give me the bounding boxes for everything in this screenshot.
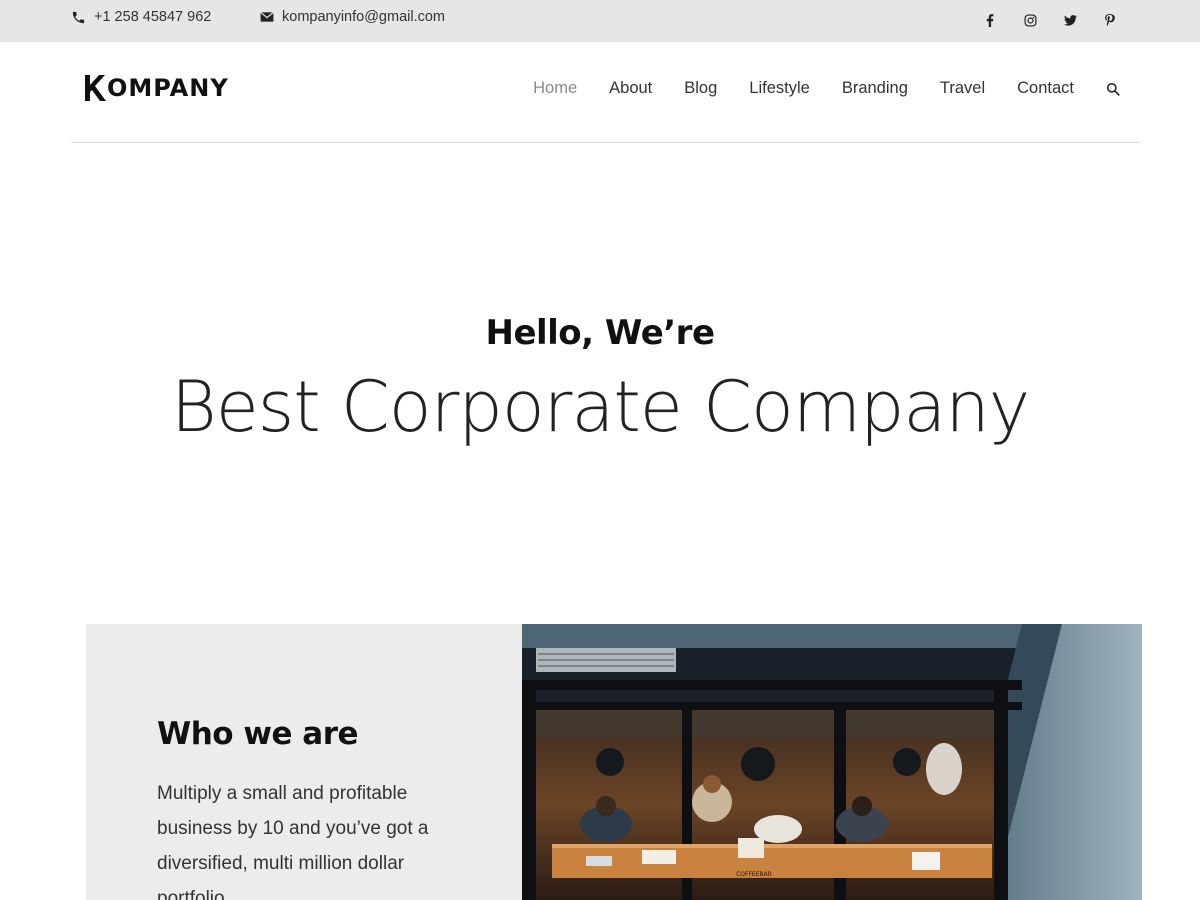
logo-k-mark: [84, 74, 106, 102]
phone-contact[interactable]: +1 258 45847 962: [71, 0, 211, 34]
nav-blog[interactable]: Blog: [684, 79, 717, 98]
logo[interactable]: OMPANY: [84, 72, 229, 104]
pinterest-icon[interactable]: [1090, 10, 1130, 30]
coffeebar-sign: COFFEEBAR: [736, 871, 772, 878]
phone-icon: [72, 11, 85, 23]
nav-home[interactable]: Home: [533, 79, 577, 98]
twitter-icon[interactable]: [1050, 10, 1090, 30]
who-we-are-section: Who we are Multiply a small and profitab…: [86, 624, 522, 900]
nav-contact[interactable]: Contact: [1017, 79, 1074, 98]
social-links: [970, 10, 1130, 30]
top-bar: +1 258 45847 962 kompanyinfo@gmail.com: [0, 0, 1200, 42]
phone-number: +1 258 45847 962: [94, 9, 212, 25]
header-divider: [71, 142, 1141, 143]
search-icon[interactable]: [1106, 82, 1120, 96]
envelope-icon: [260, 11, 274, 22]
section-text: Multiply a small and profitable business…: [157, 783, 429, 900]
section-title: Who we are: [157, 716, 359, 752]
hero-greeting: Hello, We’re: [485, 313, 715, 353]
nav-lifestyle[interactable]: Lifestyle: [749, 79, 810, 98]
email-address: kompanyinfo@gmail.com: [282, 9, 446, 25]
instagram-icon[interactable]: [1010, 10, 1050, 30]
nav-travel[interactable]: Travel: [940, 79, 985, 98]
main-nav: Home About Blog Lifestyle Branding Trave…: [501, 79, 1120, 98]
email-contact[interactable]: kompanyinfo@gmail.com: [260, 0, 445, 34]
nav-branding[interactable]: Branding: [842, 79, 908, 98]
facebook-icon[interactable]: [970, 10, 1010, 30]
nav-about[interactable]: About: [609, 79, 652, 98]
logo-text: OMPANY: [107, 74, 229, 102]
hero-headline: Best Corporate Company: [170, 366, 1030, 448]
office-photo: COFFEEBAR: [522, 624, 1142, 900]
